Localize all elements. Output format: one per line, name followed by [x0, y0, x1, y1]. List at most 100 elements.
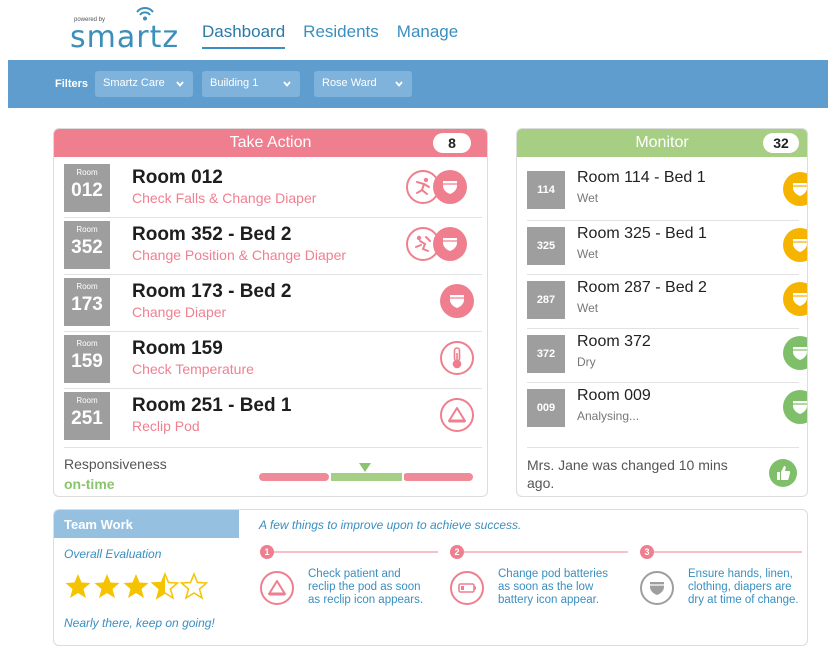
room-caption: Room	[76, 168, 98, 177]
monitor-room-status: Wet	[577, 247, 599, 261]
filter-bar: Filters Smartz Care Building 1 Rose Ward	[8, 60, 828, 108]
monitor-title: Monitor	[635, 134, 689, 151]
monitor-room-title: Room 114 - Bed 1	[577, 169, 706, 186]
room-number-box: Room 159	[64, 335, 110, 383]
diaper-icon	[640, 571, 674, 605]
overall-evaluation-label: Overall Evaluation	[64, 547, 162, 561]
room-number: 251	[71, 408, 103, 429]
diaper-icon[interactable]	[433, 227, 467, 261]
monitor-row-room-114[interactable]: 114 Room 114 - Bed 1 Wet	[527, 169, 807, 213]
take-action-count: 8	[433, 133, 471, 153]
monitor-footer-message: Mrs. Jane was changed 10 mins ago.	[527, 457, 728, 491]
tip-3: 3 Ensure hands, linen, clothing, diapers…	[640, 545, 802, 641]
row-divider	[64, 447, 482, 448]
thumbs-up-icon	[769, 459, 797, 487]
chevron-down-icon	[283, 81, 291, 87]
action-subtitle: Reclip Pod	[132, 418, 200, 434]
nav-residents[interactable]: Residents	[303, 22, 379, 49]
tip-1-number: 1	[264, 547, 270, 557]
monitor-room-status: Analysing...	[577, 409, 640, 423]
room-number-box: Room 173	[64, 278, 110, 326]
star-rating-icon	[65, 572, 209, 600]
room-number-box: 325	[527, 227, 565, 265]
monitor-panel: Monitor 32 114 Room 114 - Bed 1 Wet 325 …	[516, 128, 808, 497]
action-row-room-012[interactable]: Room 012 Room 012 Check Falls & Change D…	[64, 164, 484, 214]
brand-logo[interactable]: powered by smartz	[64, 6, 184, 55]
tip-1-text: Check patient and reclip the pod as soon…	[308, 568, 424, 606]
monitor-row-room-287[interactable]: 287 Room 287 - Bed 2 Wet	[527, 279, 807, 323]
monitor-row-room-009[interactable]: 009 Room 009 Analysing...	[527, 387, 807, 431]
filter-organization-value: Smartz Care	[103, 77, 165, 89]
main-nav: Dashboard Residents Manage	[202, 22, 476, 49]
responsiveness-label: Responsiveness	[64, 456, 167, 472]
room-caption: Room	[76, 396, 98, 405]
chevron-down-icon	[395, 81, 403, 87]
encouragement-text: Nearly there, keep on going!	[64, 616, 215, 630]
filter-ward-select[interactable]: Rose Ward	[314, 71, 412, 97]
row-divider	[527, 447, 799, 448]
diaper-wet-icon[interactable]	[783, 172, 807, 206]
action-row-room-159[interactable]: Room 159 Room 159 Check Temperature	[64, 335, 484, 385]
team-work-panel: Team Work A few things to improve upon t…	[53, 509, 808, 646]
diaper-wet-icon[interactable]	[783, 282, 807, 316]
row-divider	[64, 388, 482, 389]
diaper-icon[interactable]	[440, 284, 474, 318]
tip-3-number: 3	[644, 547, 650, 557]
filter-organization-select[interactable]: Smartz Care	[95, 71, 193, 97]
monitor-row-room-325[interactable]: 325 Room 325 - Bed 1 Wet	[527, 225, 807, 269]
room-number-box: 287	[527, 281, 565, 319]
responsiveness-status: on-time	[64, 476, 115, 492]
action-row-room-352[interactable]: Room 352 Room 352 - Bed 2 Change Positio…	[64, 221, 484, 271]
room-number-box: 372	[527, 335, 565, 373]
filter-building-select[interactable]: Building 1	[202, 71, 300, 97]
team-work-header: Team Work	[54, 510, 239, 538]
diaper-dry-icon[interactable]	[783, 336, 807, 370]
tip-2-header-line	[450, 545, 628, 559]
room-caption: Room	[76, 225, 98, 234]
action-title: Room 251 - Bed 1	[132, 395, 292, 416]
action-title: Room 173 - Bed 2	[132, 281, 292, 302]
monitor-room-status: Wet	[577, 301, 599, 315]
filters-label: Filters	[55, 78, 89, 90]
room-number-box: Room 352	[64, 221, 110, 269]
gauge-marker	[359, 463, 371, 472]
room-number: 173	[71, 294, 103, 315]
brand-name: smartz	[70, 20, 180, 55]
take-action-panel: Take Action 8 Room 012 Room 012 Check Fa…	[53, 128, 488, 497]
action-subtitle: Change Position & Change Diaper	[132, 247, 347, 263]
take-action-header: Take Action 8	[54, 129, 487, 157]
diaper-wet-icon[interactable]	[783, 228, 807, 262]
dashboard-page: powered by smartz Dashboard Residents Ma…	[0, 0, 828, 650]
row-divider	[64, 331, 482, 332]
action-subtitle: Check Temperature	[132, 361, 254, 377]
row-divider	[527, 274, 799, 275]
diaper-dry-icon[interactable]	[783, 390, 807, 424]
diaper-icon[interactable]	[433, 170, 467, 204]
row-divider	[64, 217, 482, 218]
room-caption: Room	[76, 339, 98, 348]
filter-building-value: Building 1	[210, 77, 259, 89]
monitor-header: Monitor 32	[517, 129, 807, 157]
room-number-box: 009	[527, 389, 565, 427]
room-caption: Room	[76, 282, 98, 291]
row-divider	[527, 220, 799, 221]
reclip-icon[interactable]	[440, 398, 474, 432]
nav-manage[interactable]: Manage	[397, 22, 458, 49]
take-action-title: Take Action	[229, 134, 312, 151]
row-divider	[527, 382, 799, 383]
filter-ward-value: Rose Ward	[322, 77, 377, 89]
monitor-row-room-372[interactable]: 372 Room 372 Dry	[527, 333, 807, 377]
row-divider	[64, 274, 482, 275]
room-number: 159	[71, 351, 103, 372]
thermometer-icon[interactable]	[440, 341, 474, 375]
monitor-room-title: Room 287 - Bed 2	[577, 279, 707, 296]
nav-dashboard[interactable]: Dashboard	[202, 22, 286, 49]
room-number-box: Room 012	[64, 164, 110, 212]
action-row-room-173[interactable]: Room 173 Room 173 - Bed 2 Change Diaper	[64, 278, 484, 328]
action-title: Room 159	[132, 338, 223, 359]
monitor-room-status: Wet	[577, 191, 599, 205]
tip-1: 1 Check patient and reclip the pod as so…	[260, 545, 438, 641]
action-row-room-251[interactable]: Room 251 Room 251 - Bed 1 Reclip Pod	[64, 392, 484, 442]
row-divider	[527, 328, 799, 329]
tip-2-number: 2	[454, 547, 460, 557]
